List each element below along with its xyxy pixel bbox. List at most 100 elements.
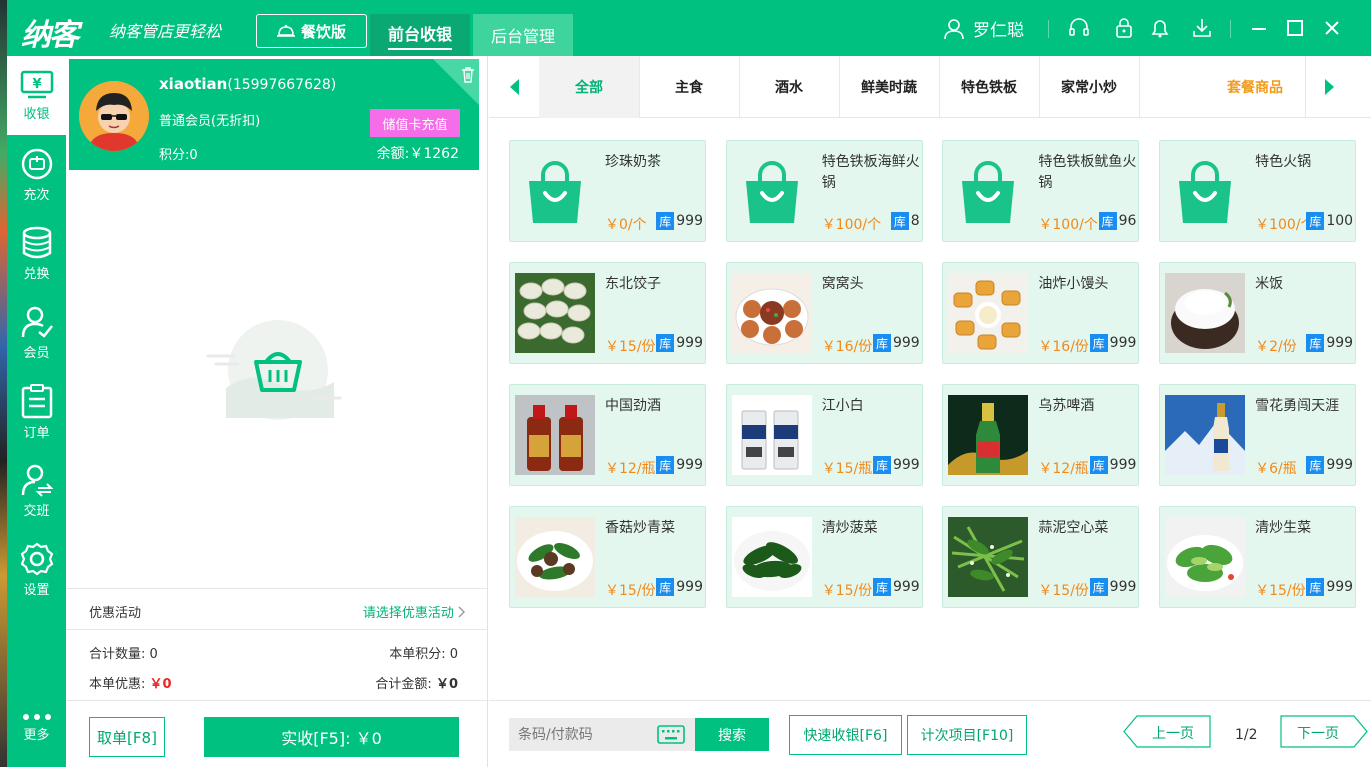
category-tab[interactable]: 家常小炒 [1039, 56, 1139, 118]
trash-icon[interactable] [461, 67, 475, 83]
headset-icon[interactable] [1067, 16, 1091, 40]
sidebar-item-shift[interactable]: 交班 [7, 451, 66, 530]
minimize-icon[interactable] [1247, 16, 1271, 40]
tab-back-office[interactable]: 后台管理 [473, 14, 573, 56]
product-card[interactable]: 特色铁板鱿鱼火锅 ￥100/个库 96 [942, 140, 1140, 242]
category-next-button[interactable] [1305, 56, 1355, 118]
category-tab[interactable]: 酒水 [739, 56, 839, 118]
sidebar-item-label: 充次 [23, 187, 50, 203]
order-total-value: ￥0 [435, 677, 458, 692]
product-card[interactable]: 清炒菠菜 ￥15/份库 999 [725, 506, 923, 608]
product-card[interactable]: 珍珠奶茶 ￥0/个库 999 [509, 140, 706, 242]
sidebar-item-settings[interactable]: 设置 [7, 530, 66, 609]
sidebar-item-cashier[interactable]: ¥ 收银 [7, 56, 66, 135]
checkout-button[interactable]: 实收[F5]: ￥0 [204, 717, 459, 757]
total-qty-label: 合计数量: [89, 647, 146, 662]
maximize-icon[interactable] [1283, 16, 1307, 40]
app-window: 纳客 纳客管店更轻松 餐饮版 前台收银 后台管理 罗仁聪 ¥ 收银 充次 兑换 … [0, 0, 1371, 767]
spinach-photo [731, 517, 812, 597]
product-card[interactable]: 乌苏啤酒 ￥12/瓶库 999 [942, 384, 1140, 486]
bottom-bar: 搜索 快速收银[F6] 计次项目[F10] 上一页 1/2 下一页 [489, 700, 1371, 767]
recharge-count-icon [21, 148, 52, 179]
download-icon[interactable] [1190, 16, 1214, 40]
product-price: ￥15/份 [1038, 583, 1089, 599]
sidebar-item-exchange[interactable]: 兑换 [7, 214, 66, 293]
product-card[interactable]: 清炒生菜 ￥15/份库 999 [1159, 506, 1357, 608]
product-card[interactable]: 雪花勇闯天涯 ￥6/瓶库 999 [1159, 384, 1357, 486]
search-button[interactable]: 搜索 [695, 718, 769, 751]
empty-cart-illustration [206, 320, 342, 420]
wowotou-photo [731, 273, 812, 353]
stock-count: 8 [910, 213, 920, 229]
total-qty: 合计数量: 0 [89, 643, 158, 662]
cloche-icon [276, 24, 295, 37]
user-name: 罗仁聪 [973, 21, 1024, 41]
product-stock: 库 999 [872, 334, 920, 352]
product-card[interactable]: 特色火锅 ￥100/个库 100 [1159, 140, 1357, 242]
product-stock: 库8 [890, 212, 920, 230]
product-stock: 库 999 [1306, 578, 1353, 596]
category-prev-button[interactable] [489, 56, 539, 118]
stock-count: 999 [676, 457, 703, 473]
avatar [79, 81, 149, 151]
lock-icon[interactable] [1112, 16, 1136, 40]
product-stock: 库 999 [656, 212, 703, 230]
sidebar-item-label: 收银 [23, 106, 50, 122]
prev-page-button[interactable]: 上一页 [1123, 715, 1211, 748]
edition-button[interactable]: 餐饮版 [256, 14, 367, 48]
product-price: ￥100/个 [821, 217, 882, 233]
water-spinach-photo [948, 517, 1029, 597]
more-icon [22, 713, 51, 720]
product-card[interactable]: 江小白 ￥15/瓶库 999 [725, 384, 923, 486]
count-item-button[interactable]: 计次项目[F10] [907, 715, 1027, 755]
sidebar-item-orders[interactable]: 订单 [7, 372, 66, 451]
bell-icon[interactable] [1148, 16, 1172, 40]
product-name: 米饭 [1255, 276, 1284, 292]
close-icon[interactable] [1320, 16, 1344, 40]
take-order-button[interactable]: 取单[F8] [89, 717, 165, 757]
category-tab[interactable]: 主食 [639, 56, 739, 118]
keyboard-icon[interactable] [657, 725, 685, 744]
wusu-beer-photo [948, 395, 1029, 475]
product-price: ￥2/份 [1255, 339, 1297, 355]
product-card[interactable]: 香菇炒青菜 ￥15/份库 999 [509, 506, 706, 608]
stock-badge: 库 [1306, 578, 1325, 596]
next-page-button[interactable]: 下一页 [1280, 715, 1368, 748]
user-menu[interactable]: 罗仁聪 [943, 16, 1024, 41]
product-card[interactable]: 中国劲酒 ￥12/瓶库 999 [509, 384, 706, 486]
stock-badge: 库 [1306, 212, 1325, 230]
stock-count: 100 [1326, 213, 1354, 229]
stock-count: 999 [676, 335, 703, 351]
product-name: 油炸小馒头 [1038, 276, 1109, 292]
category-tab[interactable]: 全部 [539, 56, 639, 118]
stock-badge: 库 [656, 334, 675, 352]
order-total: 合计金额: ￥0 [375, 673, 458, 692]
recharge-button[interactable]: 储值卡充值 [370, 109, 460, 137]
promotion-label: 优惠活动 [89, 606, 142, 621]
category-tab[interactable]: 鲜美时蔬 [839, 56, 939, 118]
product-stock: 库 999 [656, 578, 703, 596]
stock-count: 96 [1118, 213, 1137, 229]
sidebar-item-member[interactable]: 会员 [7, 293, 66, 372]
product-price: ￥12/瓶 [605, 461, 656, 477]
product-card[interactable]: 蒜泥空心菜 ￥15/份库 999 [942, 506, 1140, 608]
product-card[interactable]: 东北饺子 ￥15/份库 999 [509, 262, 706, 364]
divider [1048, 20, 1049, 38]
member-card: xiaotian(15997667628) 普通会员(无折扣) 积分:0 余额:… [69, 59, 479, 170]
promotion-row[interactable]: 优惠活动 请选择优惠活动 [66, 588, 488, 630]
sidebar-item-recharge-count[interactable]: 充次 [7, 135, 66, 214]
sidebar-item-more[interactable]: 更多 [7, 688, 66, 767]
category-tab[interactable]: 特色铁板 [939, 56, 1039, 118]
promotion-select[interactable]: 请选择优惠活动 [363, 602, 466, 621]
stock-badge: 库 [656, 212, 675, 230]
product-card[interactable]: 米饭 ￥2/份库 999 [1159, 262, 1357, 364]
tab-front-cashier[interactable]: 前台收银 [370, 14, 470, 56]
product-card[interactable]: 特色铁板海鲜火锅 ￥100/个库 8 [725, 140, 923, 242]
quick-pay-button[interactable]: 快速收银[F6] [789, 715, 902, 755]
category-tab-combo[interactable]: 套餐商品 [1205, 56, 1305, 118]
order-icon [21, 383, 52, 418]
product-card[interactable]: 窝窝头 ￥16/份库 999 [725, 262, 923, 364]
arrow-left-icon [510, 79, 519, 95]
product-card[interactable]: 油炸小馒头 ￥16/份库 999 [942, 262, 1140, 364]
stock-count: 999 [676, 213, 703, 229]
